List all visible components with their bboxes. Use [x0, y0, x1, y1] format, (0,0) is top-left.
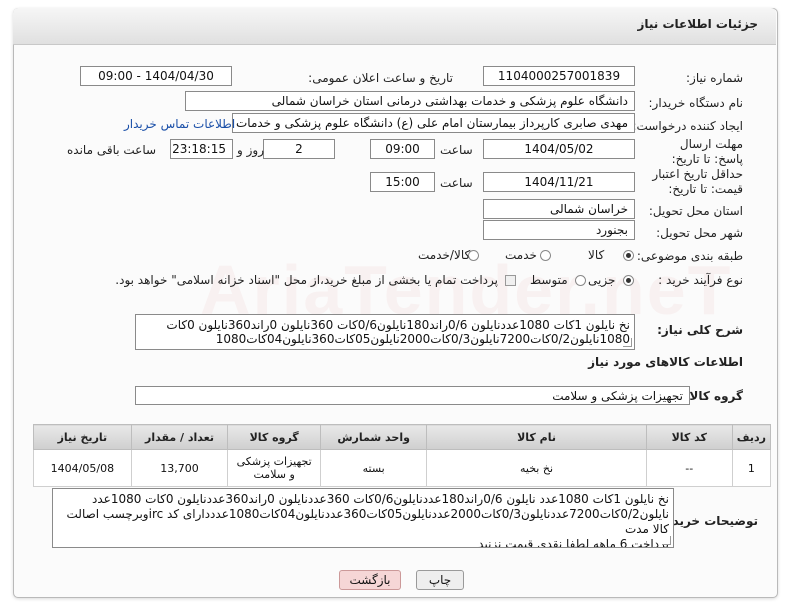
buyer-notes-line-2: نایلون0/2کات7200عددنایلون0/3کات2000عددنا… — [66, 507, 670, 536]
city-field: بجنورد — [483, 220, 635, 240]
table-header-row: ردیف کد کالا نام کالا واحد شمارش گروه کا… — [33, 424, 772, 450]
province-field: خراسان شمالی — [483, 199, 635, 219]
description-label: شرح کلی نیاز: — [657, 323, 743, 337]
deadline-time-label: ساعت — [440, 143, 473, 157]
validity-time-field: 15:00 — [370, 172, 435, 192]
cell-group: تجهیزات پزشکی و سلامت — [227, 449, 321, 487]
category-service-label: خدمت — [505, 248, 537, 262]
category-goods-radio[interactable] — [623, 250, 634, 261]
cell-row: 1 — [731, 449, 772, 487]
goods-section-title: اطلاعات کالاهای مورد نیاز — [588, 355, 743, 369]
process-medium-radio[interactable] — [575, 275, 586, 286]
category-label: طبقه بندی موضوعی: — [636, 249, 743, 263]
need-number-label: شماره نیاز: — [686, 71, 743, 85]
print-button[interactable]: چاپ — [416, 570, 464, 590]
col-date: تاریخ نیاز — [33, 424, 132, 450]
treasury-note: پرداخت تمام یا بخشی از مبلغ خرید،از محل … — [115, 273, 498, 287]
requester-field: مهدی صابری کارپرداز بیمارستان امام علی (… — [232, 113, 635, 133]
goods-group-label: گروه کالا: — [684, 389, 743, 403]
buyer-contact-link[interactable]: اطلاعات تماس خریدار — [124, 117, 235, 131]
notes-resize-handle[interactable] — [662, 536, 671, 545]
col-unit: واحد شمارش — [319, 424, 428, 450]
requester-label: ایجاد کننده درخواست: — [632, 119, 743, 133]
buyer-org-label: نام دستگاه خریدار: — [648, 96, 744, 110]
validity-label: حداقل تاریخ اعتبار قیمت: تا تاریخ: — [652, 167, 743, 196]
days-remaining-field: 2 — [263, 139, 335, 159]
col-row: ردیف — [731, 424, 772, 450]
back-button[interactable]: بازگشت — [339, 570, 401, 590]
description-line-2: 1080نایلون0/2کات7200نایلون0/3کات2000نایل… — [215, 332, 630, 346]
process-label: نوع فرآیند خرید : — [658, 273, 743, 287]
announce-field: 1404/04/30 - 09:00 — [80, 66, 232, 86]
category-both-label: کالا/خدمت — [418, 248, 471, 262]
goods-group-field: تجهیزات پزشکی و سلامت — [135, 386, 690, 405]
cell-qty: 13,700 — [130, 449, 229, 487]
validity-time-label: ساعت — [440, 176, 473, 190]
table-row[interactable]: 1 -- نخ بخیه بسته تجهیزات پزشکی و سلامت … — [33, 449, 772, 487]
buyer-notes-line-3: پرداخت 6 ماهه لطفا نقدی قیمت نزنید — [478, 537, 669, 548]
col-qty: تعداد / مقدار — [130, 424, 229, 450]
need-number-field: 1104000257001839 — [483, 66, 635, 86]
resize-handle[interactable] — [623, 338, 632, 347]
buyer-org-field: دانشگاه علوم پزشکی و خدمات بهداشتی درمان… — [185, 91, 635, 111]
description-line-1: نخ نایلون 1کات 1080عددنایلون 0/6راند180ن… — [166, 318, 630, 332]
treasury-checkbox[interactable] — [505, 275, 516, 286]
category-service-radio[interactable] — [540, 250, 551, 261]
process-minor-radio[interactable] — [623, 275, 634, 286]
cell-name: نخ بخیه — [426, 449, 647, 487]
page-title: جزئیات اطلاعات نیاز — [637, 17, 758, 31]
time-remaining-label: ساعت باقی مانده — [67, 143, 157, 157]
buyer-notes-line-1: نخ نایلون 1کات 1080عدد نایلون 0/6راند180… — [92, 492, 669, 506]
category-goods-label: کالا — [588, 248, 605, 262]
process-medium-label: متوسط — [530, 273, 568, 287]
deadline-label: مهلت ارسال پاسخ: تا تاریخ: — [671, 137, 743, 166]
items-table: ردیف کد کالا نام کالا واحد شمارش گروه کا… — [33, 424, 772, 487]
province-label: استان محل تحویل: — [648, 204, 743, 218]
city-label: شهر محل تحویل: — [656, 226, 743, 240]
deadline-date-field: 1404/05/02 — [483, 139, 635, 159]
announce-label: تاریخ و ساعت اعلان عمومی: — [308, 71, 453, 85]
validity-date-field: 1404/11/21 — [483, 172, 635, 192]
days-label: روز و — [237, 143, 264, 157]
process-minor-label: جزیی — [588, 273, 616, 287]
col-name: نام کالا — [426, 424, 647, 450]
cell-code: -- — [645, 449, 733, 487]
time-remaining-field: 23:18:15 — [170, 139, 233, 159]
buyer-notes-textarea[interactable]: نخ نایلون 1کات 1080عدد نایلون 0/6راند180… — [52, 488, 674, 548]
deadline-time-field: 09:00 — [370, 139, 435, 159]
col-code: کد کالا — [645, 424, 733, 450]
cell-unit: بسته — [319, 449, 428, 487]
cell-date: 1404/05/08 — [33, 449, 132, 487]
description-textarea[interactable]: نخ نایلون 1کات 1080عددنایلون 0/6راند180ن… — [135, 314, 635, 350]
col-group: گروه کالا — [227, 424, 321, 450]
